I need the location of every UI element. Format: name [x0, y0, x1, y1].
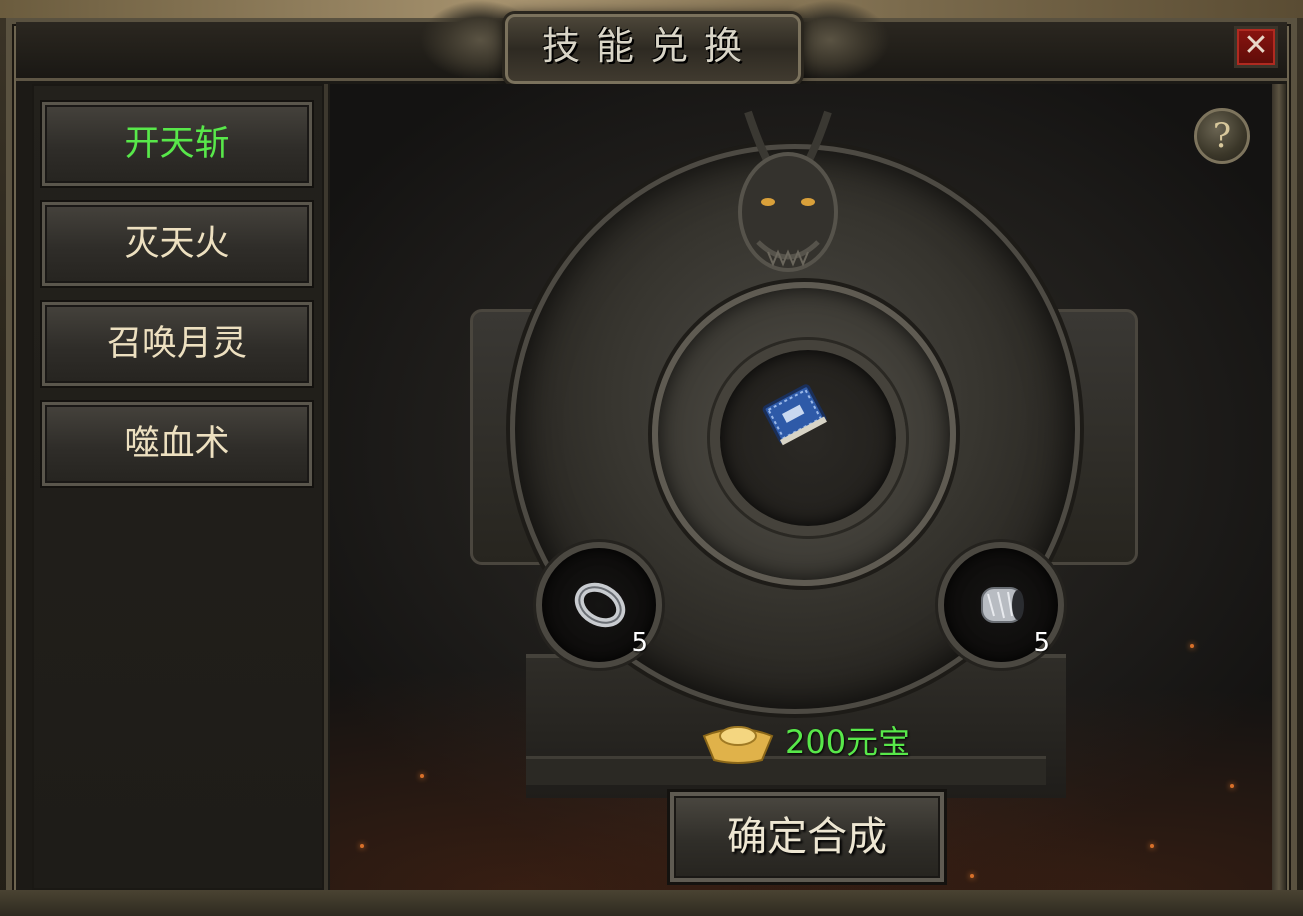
exchange-panel: 5 5 200元宝 确定合成 ?: [330, 84, 1272, 890]
question-mark-icon: ?: [1212, 116, 1232, 156]
skill-item-kaitianzhan[interactable]: 开天斩: [42, 102, 312, 186]
ember-particle: [420, 774, 424, 778]
close-button[interactable]: ✕: [1234, 26, 1278, 68]
right-frame: [1272, 84, 1286, 890]
material-quantity: 5: [1033, 628, 1050, 658]
ember-particle: [1150, 844, 1154, 848]
skill-book-icon[interactable]: [760, 380, 830, 450]
bottom-frame: [0, 890, 1303, 916]
dragon-head-icon: [738, 110, 838, 272]
material-slot-left[interactable]: 5: [536, 542, 662, 668]
material-slot-right[interactable]: 5: [938, 542, 1064, 668]
material-quantity: 5: [631, 628, 648, 658]
confirm-synthesize-button[interactable]: 确定合成: [670, 792, 944, 882]
skill-item-summon-moon-spirit[interactable]: 召唤月灵: [42, 302, 312, 386]
skill-exchange-window: 技能兑换 ✕ 开天斩 灭天火 召唤月灵 噬血术 5 5 200元宝 确定合成 ?: [0, 0, 1303, 916]
cost-amount: 200元宝: [785, 723, 911, 761]
ember-particle: [1190, 644, 1194, 648]
skill-item-blood-drain[interactable]: 噬血术: [42, 402, 312, 486]
ember-particle: [970, 874, 974, 878]
ember-particle: [1230, 784, 1234, 788]
silver-bracelet-icon: [981, 587, 1024, 623]
ember-particle: [360, 844, 364, 848]
close-icon: ✕: [1243, 28, 1269, 63]
help-button[interactable]: ?: [1194, 108, 1250, 164]
window-title: 技能兑换: [541, 24, 758, 68]
silver-ring-icon: [574, 582, 626, 628]
skill-list-sidebar: 开天斩 灭天火 召唤月灵 噬血术: [32, 84, 328, 890]
gold-ingot-icon: [702, 726, 774, 764]
skill-item-miehuo[interactable]: 灭天火: [42, 202, 312, 286]
cost-row: 200元宝: [700, 712, 940, 772]
